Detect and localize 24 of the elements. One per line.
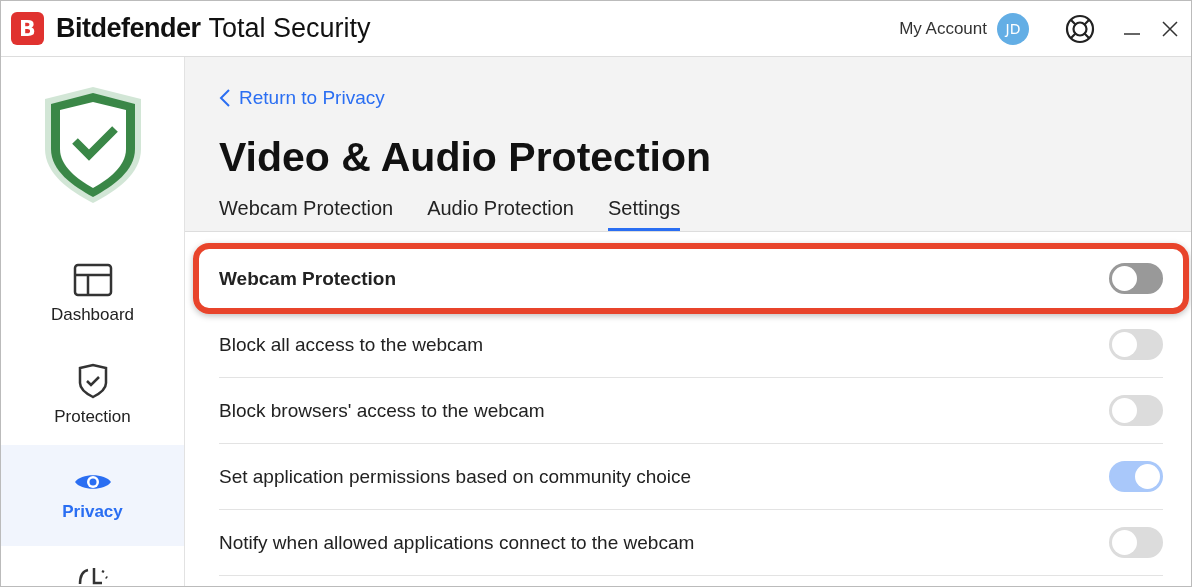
brand-name: Bitdefender [56,13,201,44]
nav-item[interactable]: Dashboard [1,243,184,344]
setting-label: Notify when allowed applications connect to the webcam [219,531,695,554]
shield-check-icon [76,362,109,399]
setting-label: Set application permissions based on community choice [219,465,692,488]
nav-item[interactable]: Protection [1,344,184,445]
tab[interactable]: Settings [607,197,681,231]
app-logo: B [11,12,44,45]
help-icon[interactable] [1065,13,1095,44]
toggle-switch[interactable] [1109,263,1163,294]
setting-label: Block all access to the webcam [219,333,483,356]
setting-label: Webcam Protection [219,267,397,290]
shield-check-icon [42,85,143,205]
back-link[interactable]: Return to Privacy [219,87,385,109]
tab[interactable]: Audio Protection [427,197,574,231]
nav-item[interactable]: Privacy [1,445,184,546]
page-title: Video & Audio Protection [219,134,713,181]
close-icon[interactable] [1161,19,1179,38]
setting-label: Block browsers' access to the webcam [219,399,545,422]
product-name: Total Security [208,13,371,44]
account-link[interactable]: My Account [899,18,987,39]
chevron-left-icon [219,88,231,108]
tab[interactable]: Webcam Protection [219,197,394,231]
dashboard-icon [72,262,113,297]
